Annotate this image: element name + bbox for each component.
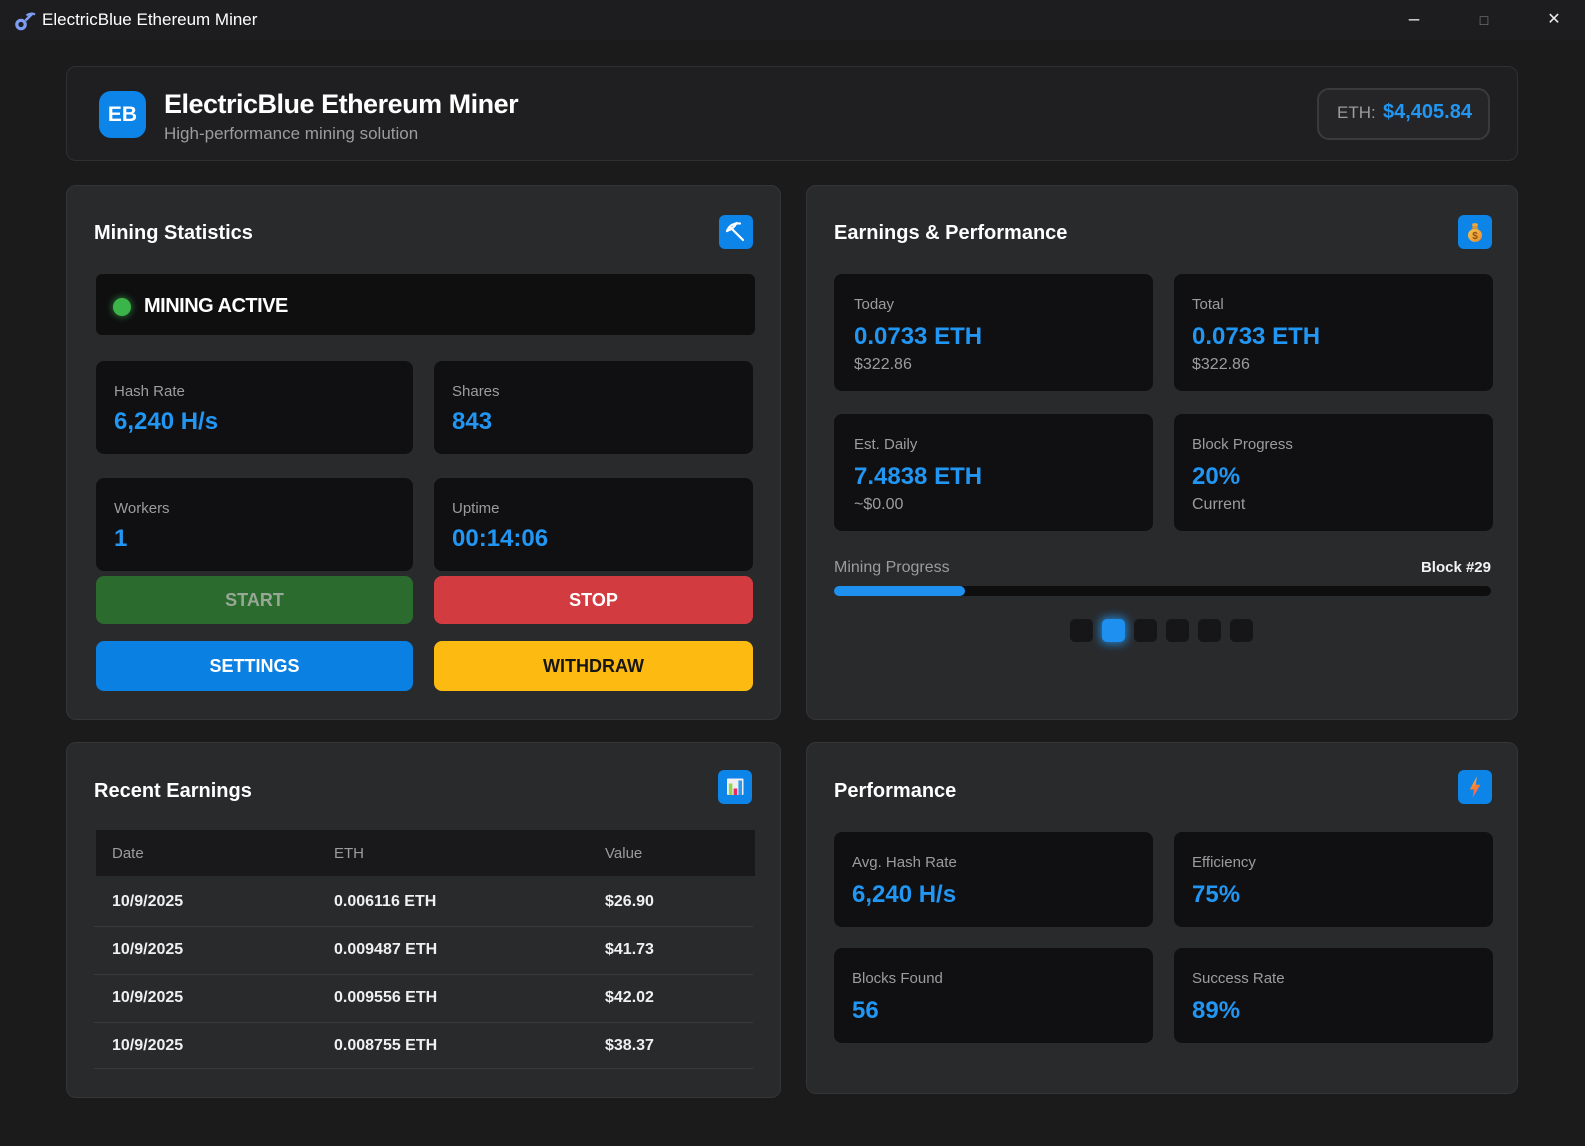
svg-text:$: $ [1472,231,1478,242]
